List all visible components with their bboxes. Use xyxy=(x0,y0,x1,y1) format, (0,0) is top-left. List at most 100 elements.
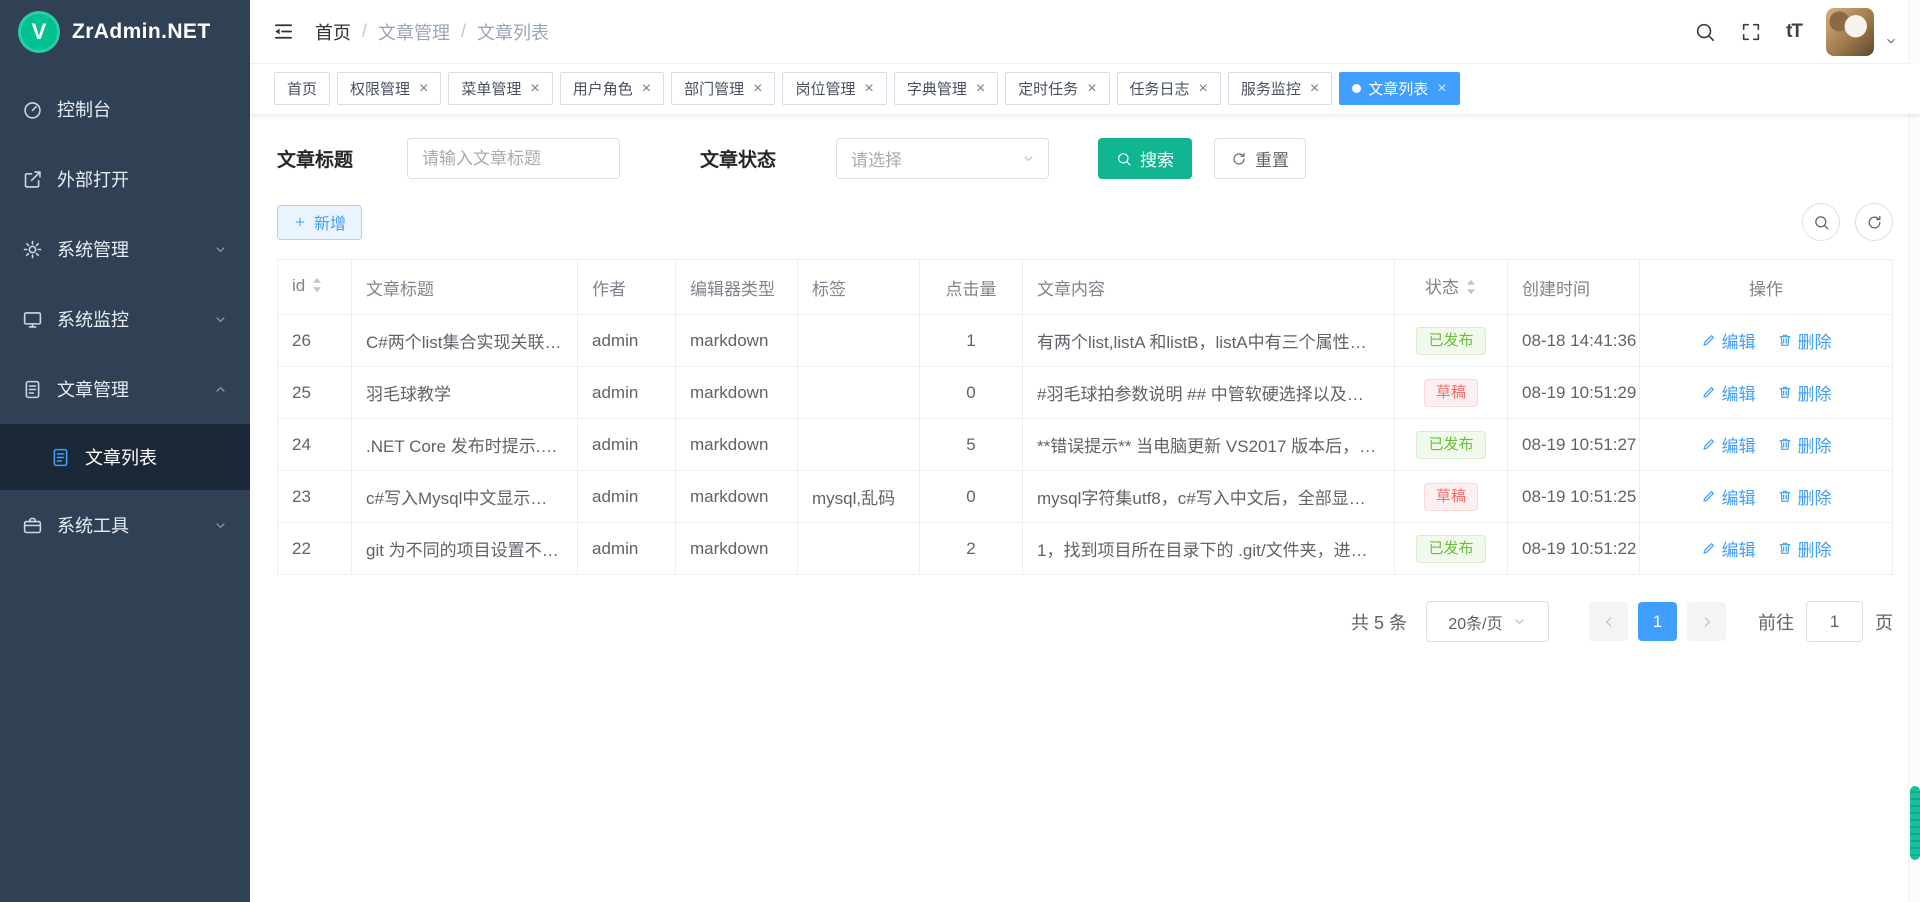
column-header-status[interactable]: 状态 xyxy=(1395,260,1508,315)
sort-icon[interactable] xyxy=(311,275,323,300)
article-title-input[interactable] xyxy=(407,138,620,179)
close-icon[interactable]: × xyxy=(419,81,428,97)
page-size-select[interactable]: 20条/页 xyxy=(1426,601,1549,642)
sidebar-item-monitor[interactable]: 系统监控 xyxy=(0,284,250,354)
tab-7[interactable]: 定时任务× xyxy=(1005,72,1109,105)
tab-4[interactable]: 部门管理× xyxy=(671,72,775,105)
tab-1[interactable]: 权限管理× xyxy=(337,72,441,105)
cell-title: 羽毛球教学 xyxy=(352,367,578,419)
tab-9[interactable]: 服务监控× xyxy=(1228,72,1332,105)
edit-button[interactable]: 编辑 xyxy=(1701,484,1756,509)
font-size-icon[interactable]: tT xyxy=(1786,21,1802,43)
search-icon xyxy=(1813,214,1830,231)
cell-author: admin xyxy=(578,315,676,367)
caret-down-icon[interactable] xyxy=(1884,34,1898,48)
close-icon[interactable]: × xyxy=(642,81,651,97)
sidebar-subitem-article-list[interactable]: 文章列表 xyxy=(0,424,250,490)
cell-created: 08-18 14:41:36 xyxy=(1508,315,1640,367)
article-status-select[interactable]: 请选择 xyxy=(836,138,1049,179)
app-root: V ZrAdmin.NET 控制台外部打开系统管理系统监控文章管理文章列表系统工… xyxy=(0,0,1920,902)
chevron-down-icon xyxy=(213,312,228,327)
cell-editor: markdown xyxy=(676,471,798,523)
cell-author: admin xyxy=(578,367,676,419)
sidebar: V ZrAdmin.NET 控制台外部打开系统管理系统监控文章管理文章列表系统工… xyxy=(0,0,250,902)
goto-page-input[interactable] xyxy=(1806,601,1863,642)
delete-button[interactable]: 删除 xyxy=(1777,380,1832,405)
delete-button[interactable]: 删除 xyxy=(1777,484,1832,509)
sidebar-item-dashboard[interactable]: 控制台 xyxy=(0,74,250,144)
trash-icon xyxy=(1777,436,1793,452)
delete-button[interactable]: 删除 xyxy=(1777,432,1832,457)
logo[interactable]: V ZrAdmin.NET xyxy=(0,0,250,64)
edit-button[interactable]: 编辑 xyxy=(1701,432,1756,457)
status-badge: 草稿 xyxy=(1424,483,1478,511)
edit-icon xyxy=(1701,488,1717,504)
prev-page-button[interactable] xyxy=(1589,602,1628,641)
close-icon[interactable]: × xyxy=(1437,81,1446,97)
page-1-button[interactable]: 1 xyxy=(1638,602,1677,641)
refresh-table-button[interactable] xyxy=(1855,203,1893,241)
sidebar-item-system[interactable]: 系统管理 xyxy=(0,214,250,284)
tab-2[interactable]: 菜单管理× xyxy=(448,72,552,105)
scrollbar-thumb[interactable] xyxy=(1910,786,1920,860)
avatar[interactable] xyxy=(1826,8,1874,56)
chevron-down-icon xyxy=(1021,151,1036,166)
cell-tags xyxy=(798,523,920,575)
cell-editor: markdown xyxy=(676,419,798,471)
table-row: 22git 为不同的项目设置不同…adminmarkdown21，找到项目所在目… xyxy=(278,523,1893,575)
table-row: 24.NET Core 发布时提示.NET…adminmarkdown5**错误… xyxy=(278,419,1893,471)
tab-3[interactable]: 用户角色× xyxy=(560,72,664,105)
edit-button[interactable]: 编辑 xyxy=(1701,328,1756,353)
breadcrumb-home[interactable]: 首页 xyxy=(315,19,351,45)
reset-button[interactable]: 重置 xyxy=(1214,138,1306,179)
delete-button[interactable]: 删除 xyxy=(1777,328,1832,353)
cell-title: C#两个list集合实现关联，… xyxy=(352,315,578,367)
cell-id: 25 xyxy=(278,367,352,419)
cell-actions: 编辑删除 xyxy=(1640,471,1893,523)
edit-button[interactable]: 编辑 xyxy=(1701,536,1756,561)
cell-actions: 编辑删除 xyxy=(1640,523,1893,575)
sidebar-item-article[interactable]: 文章管理 xyxy=(0,354,250,424)
tab-label: 字典管理 xyxy=(907,78,967,99)
close-icon[interactable]: × xyxy=(530,81,539,97)
cell-clicks: 0 xyxy=(920,367,1023,419)
tab-label: 首页 xyxy=(287,78,317,99)
cell-status: 草稿 xyxy=(1395,471,1508,523)
tab-8[interactable]: 任务日志 × xyxy=(1117,72,1221,105)
document-icon xyxy=(22,379,43,400)
cell-tags xyxy=(798,419,920,471)
close-icon[interactable]: × xyxy=(753,81,762,97)
column-header-created: 创建时间 xyxy=(1508,260,1640,315)
scrollbar-track[interactable] xyxy=(1908,0,1920,902)
toggle-search-button[interactable] xyxy=(1802,203,1840,241)
cell-clicks: 0 xyxy=(920,471,1023,523)
close-icon[interactable]: × xyxy=(1087,81,1096,97)
collapse-sidebar-icon[interactable] xyxy=(272,20,295,43)
cell-actions: 编辑删除 xyxy=(1640,367,1893,419)
search-icon[interactable] xyxy=(1694,21,1716,43)
sidebar-item-label: 系统工具 xyxy=(57,512,129,538)
tab-5[interactable]: 岗位管理× xyxy=(782,72,886,105)
add-button[interactable]: 新增 xyxy=(277,205,362,240)
edit-icon xyxy=(1701,384,1717,400)
sidebar-item-external[interactable]: 外部打开 xyxy=(0,144,250,214)
column-header-id[interactable]: id xyxy=(278,260,352,315)
close-icon[interactable]: × xyxy=(1199,81,1208,97)
tab-0[interactable]: 首页 xyxy=(274,72,330,105)
close-icon[interactable]: × xyxy=(976,81,985,97)
trash-icon xyxy=(1777,384,1793,400)
sort-icon[interactable] xyxy=(1465,277,1477,302)
search-button[interactable]: 搜索 xyxy=(1098,138,1192,179)
close-icon[interactable]: × xyxy=(864,81,873,97)
tab-label: 任务日志 xyxy=(1130,78,1190,99)
edit-button[interactable]: 编辑 xyxy=(1701,380,1756,405)
search-icon xyxy=(1116,151,1132,167)
next-page-button[interactable] xyxy=(1687,602,1726,641)
delete-button[interactable]: 删除 xyxy=(1777,536,1832,561)
close-icon[interactable]: × xyxy=(1310,81,1319,97)
tab-6[interactable]: 字典管理 × xyxy=(894,72,998,105)
tab-10[interactable]: 文章列表× xyxy=(1339,72,1459,105)
fullscreen-icon[interactable] xyxy=(1740,21,1762,43)
sidebar-item-tools[interactable]: 系统工具 xyxy=(0,490,250,560)
sidebar-item-label: 系统管理 xyxy=(57,236,129,262)
